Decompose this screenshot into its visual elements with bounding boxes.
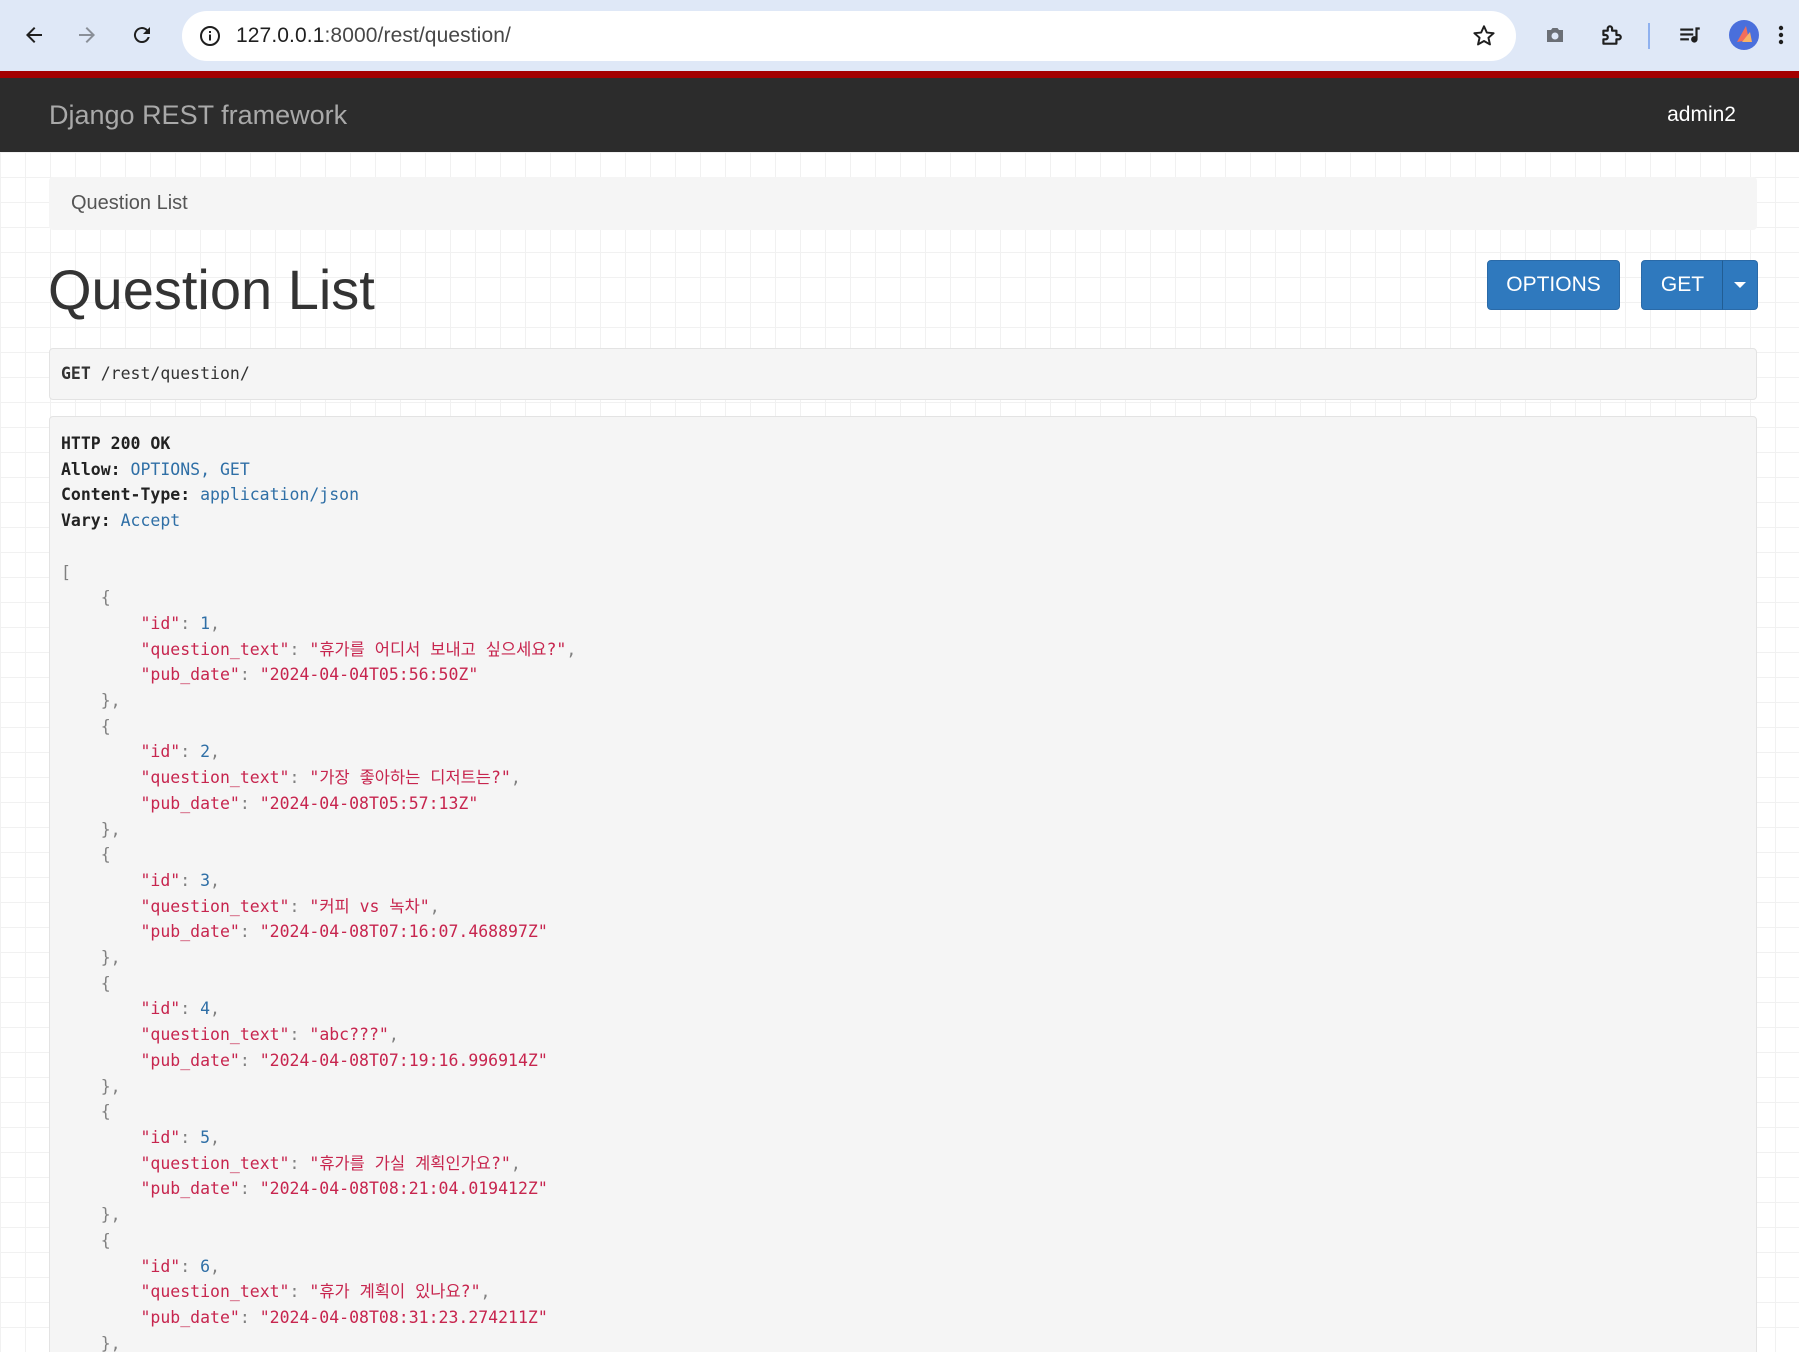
navbar-brand[interactable]: Django REST framework xyxy=(49,100,347,131)
options-button[interactable]: OPTIONS xyxy=(1487,260,1620,310)
browser-menu-icon[interactable] xyxy=(1778,17,1799,53)
url-path: :8000/rest/question/ xyxy=(324,24,511,47)
json-id-value: 4 xyxy=(200,999,211,1019)
request-path: /rest/question/ xyxy=(100,364,250,383)
json-id-value: 2 xyxy=(200,742,211,762)
reload-icon[interactable] xyxy=(124,17,160,53)
drf-navbar: Django REST framework admin2 xyxy=(0,78,1799,152)
address-bar[interactable]: 127.0.0.1:8000/rest/question/ xyxy=(182,11,1516,61)
json-pub-date: 2024-04-08T07:16:07.468897Z xyxy=(269,922,538,942)
json-question-text: 휴가를 어디서 보내고 싶으세요? xyxy=(319,639,557,659)
json-id-value: 6 xyxy=(200,1256,211,1276)
json-pub-date: 2024-04-04T05:56:50Z xyxy=(269,665,469,685)
json-pub-date: 2024-04-08T08:21:04.019412Z xyxy=(269,1179,538,1199)
caret-down-icon xyxy=(1734,282,1746,288)
extensions-puzzle-icon[interactable] xyxy=(1593,17,1629,53)
json-pub-date: 2024-04-08T07:19:16.996914Z xyxy=(269,1050,538,1070)
json-question-text: 커피 vs 녹차 xyxy=(319,896,420,916)
json-question-text: 가장 좋아하는 디저트는? xyxy=(319,768,501,788)
response-info: HTTP 200 OK Allow: OPTIONS, GET Content-… xyxy=(49,416,1757,1352)
json-pub-date: 2024-04-08T08:31:23.274211Z xyxy=(269,1307,538,1327)
json-id-value: 5 xyxy=(200,1127,211,1147)
json-question-text: abc??? xyxy=(319,1025,379,1045)
json-id-value: 3 xyxy=(200,870,211,890)
breadcrumb: Question List xyxy=(49,177,1757,230)
forward-arrow-icon[interactable] xyxy=(69,17,105,53)
media-queue-icon[interactable] xyxy=(1672,17,1708,53)
response-body: HTTP 200 OK Allow: OPTIONS, GET Content-… xyxy=(61,434,577,1352)
header-value: Accept xyxy=(120,511,181,531)
json-id-value: 1 xyxy=(200,613,211,633)
json-pub-date: 2024-04-08T05:57:13Z xyxy=(269,793,469,813)
page-content: Question List Question List OPTIONS GET … xyxy=(0,152,1799,1352)
url-host: 127.0.0.1 xyxy=(236,24,325,47)
site-info-icon[interactable] xyxy=(192,18,228,54)
header-value: application/json xyxy=(200,485,360,505)
json-question-text: 휴가를 가실 계획인가요? xyxy=(319,1153,501,1173)
header-key: Vary: xyxy=(61,511,111,531)
url-text[interactable]: 127.0.0.1:8000/rest/question/ xyxy=(236,24,511,48)
get-button[interactable]: GET xyxy=(1641,260,1724,310)
camera-icon[interactable] xyxy=(1537,17,1573,53)
request-info: GET /rest/question/ xyxy=(49,348,1757,400)
back-arrow-icon[interactable] xyxy=(16,17,52,53)
bookmark-star-icon[interactable] xyxy=(1466,18,1502,54)
request-line: GET /rest/question/ xyxy=(61,364,250,383)
header-key: Allow: xyxy=(61,459,121,479)
page-title: Question List xyxy=(48,258,375,321)
toolbar-divider xyxy=(1648,23,1650,49)
header-value: OPTIONS, GET xyxy=(130,459,250,479)
response-status: HTTP 200 OK xyxy=(61,434,171,453)
request-method: GET xyxy=(61,364,91,383)
header-key: Content-Type: xyxy=(61,485,191,505)
browser-toolbar: 127.0.0.1:8000/rest/question/ xyxy=(0,0,1799,71)
navbar-user-menu[interactable]: admin2 xyxy=(1667,103,1736,127)
profile-avatar-icon[interactable] xyxy=(1726,17,1762,53)
json-question-text: 휴가 계획이 있나요? xyxy=(319,1282,471,1302)
get-format-dropdown-button[interactable] xyxy=(1722,260,1758,310)
navbar-accent-bar xyxy=(0,71,1799,78)
breadcrumb-item-question-list[interactable]: Question List xyxy=(71,192,188,215)
